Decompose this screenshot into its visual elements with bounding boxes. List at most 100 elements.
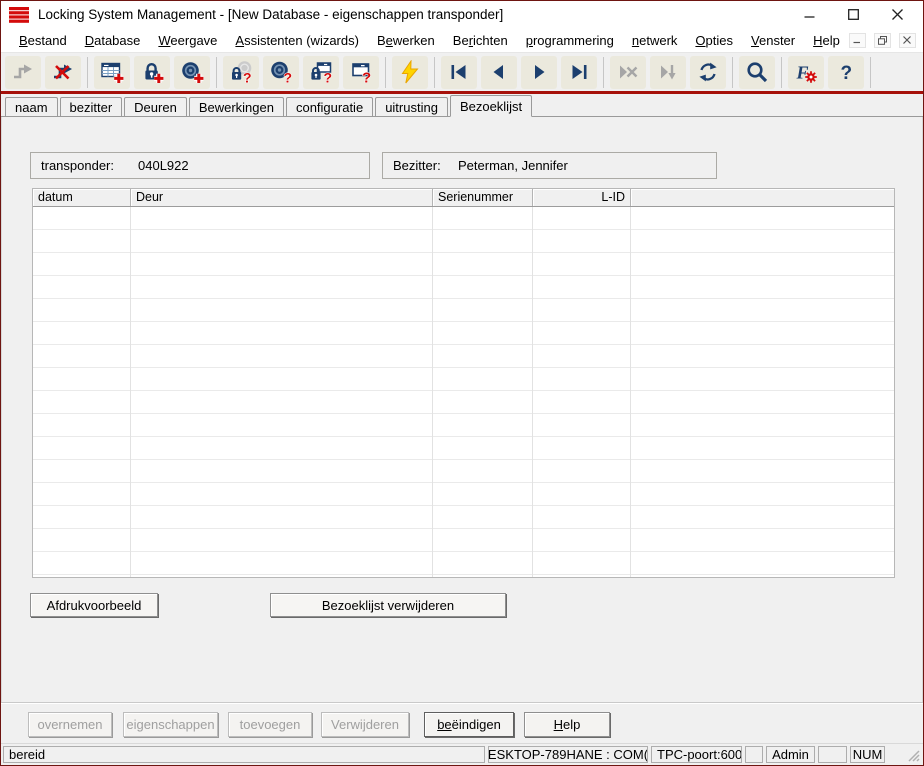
tab-naam[interactable]: naam: [5, 97, 58, 116]
last-record-icon: [572, 65, 587, 79]
filter-gear-icon: F: [796, 63, 817, 83]
column-header-deur[interactable]: Deur: [131, 189, 433, 206]
bezoeklijst-page: transponder: 040L922 Bezitter: Peterman,…: [1, 117, 923, 702]
apply-button: overnemen: [28, 712, 112, 737]
first-record-button[interactable]: [441, 55, 477, 89]
tab-bezoeklijst[interactable]: Bezoeklijst: [449, 95, 533, 117]
help-dialog-button[interactable]: Help: [524, 712, 610, 737]
help-button[interactable]: ?: [828, 55, 864, 89]
program-button[interactable]: [392, 55, 428, 89]
lightning-icon: [401, 60, 419, 84]
menu-venster[interactable]: Venster: [742, 30, 804, 51]
mdi-close-button[interactable]: [898, 32, 916, 48]
print-preview-button[interactable]: Afdrukvoorbeeld: [30, 593, 158, 617]
close-button[interactable]: [875, 3, 919, 27]
cancel-programming-button[interactable]: [610, 55, 646, 89]
toolbar-separator: [781, 56, 782, 88]
svg-text:?: ?: [324, 70, 333, 85]
minimize-button[interactable]: [787, 3, 831, 27]
refresh-button[interactable]: [690, 55, 726, 89]
maximize-button[interactable]: [831, 3, 875, 27]
visit-list-table: datum Deur Serienummer L-ID: [32, 188, 895, 578]
finish-button[interactable]: be ëindigen: [424, 712, 514, 737]
menu-weergave[interactable]: Weergave: [149, 30, 226, 51]
new-locking-system-icon: [101, 62, 124, 83]
read-lock-button[interactable]: ?: [223, 55, 259, 89]
logout-arrow-icon: [54, 64, 72, 80]
close-icon: [891, 9, 903, 20]
toolbar: ? ? ? ? F ?: [1, 52, 923, 91]
window-title: Locking System Management - [New Databas…: [38, 7, 504, 22]
mdi-close-icon: [903, 36, 912, 44]
status-tcp-port: TPC-poort:6001: [651, 746, 742, 763]
toolbar-separator: [87, 56, 88, 88]
first-record-icon: [451, 65, 466, 79]
search-button[interactable]: [739, 55, 775, 89]
new-locking-system-button[interactable]: [94, 55, 130, 89]
filter-settings-button[interactable]: F: [788, 55, 824, 89]
next-record-button[interactable]: [521, 55, 557, 89]
new-lock-button[interactable]: [134, 55, 170, 89]
menu-assistenten[interactable]: Assistenten (wizards): [226, 30, 368, 51]
read-transponder-icon: ?: [271, 61, 293, 84]
jump-to-end-button[interactable]: [650, 55, 686, 89]
svg-text:?: ?: [841, 63, 853, 84]
resize-grip[interactable]: [905, 747, 921, 763]
menu-help[interactable]: Help: [804, 30, 849, 51]
read-via-network-button[interactable]: ?: [343, 55, 379, 89]
menu-berichten[interactable]: Berichten: [444, 30, 517, 51]
toolbar-separator: [732, 56, 733, 88]
column-header-datum[interactable]: datum: [33, 189, 131, 206]
menu-bewerken[interactable]: Bewerken: [368, 30, 444, 51]
status-user: Admin: [766, 746, 815, 763]
refresh-icon: [699, 62, 717, 82]
menu-netwerk[interactable]: netwerk: [623, 30, 687, 51]
visit-list-header: datum Deur Serienummer L-ID: [33, 189, 894, 207]
status-empty-cell: [818, 746, 847, 763]
menu-bestand[interactable]: Bestand: [10, 30, 76, 51]
column-divider: [532, 207, 533, 577]
app-logo-icon: [9, 6, 29, 23]
owner-label: Bezitter:: [393, 158, 441, 173]
status-numlock: NUM: [850, 746, 885, 763]
transponder-field: transponder: 040L922: [30, 152, 370, 179]
login-button[interactable]: [5, 55, 41, 89]
new-transponder-button[interactable]: [174, 55, 210, 89]
read-transponder-button[interactable]: ?: [263, 55, 299, 89]
transponder-label: transponder:: [41, 158, 114, 173]
last-record-button[interactable]: [561, 55, 597, 89]
help-icon: ?: [841, 63, 853, 84]
menu-database[interactable]: Database: [76, 30, 150, 51]
bottom-button-bar: overnemen eigenschappen toevoegen Verwij…: [1, 702, 923, 743]
read-lock-via-network-button[interactable]: ?: [303, 55, 339, 89]
jump-down-icon: [661, 65, 676, 80]
properties-button: eigenschappen: [123, 712, 218, 737]
mdi-restore-button[interactable]: [873, 32, 891, 48]
mdi-restore-icon: [877, 35, 887, 45]
menu-opties[interactable]: Opties: [686, 30, 742, 51]
menu-programmering[interactable]: programmering: [517, 30, 623, 51]
add-button: toevoegen: [228, 712, 312, 737]
app-window: Locking System Management - [New Databas…: [0, 0, 924, 766]
mdi-minimize-button[interactable]: [848, 32, 866, 48]
svg-text:?: ?: [362, 70, 371, 85]
login-arrow-icon: [14, 64, 32, 79]
logout-button[interactable]: [45, 55, 81, 89]
tab-deuren[interactable]: Deuren: [124, 97, 187, 116]
tab-configuratie[interactable]: configuratie: [285, 97, 374, 116]
column-header-serienummer[interactable]: Serienummer: [433, 189, 533, 206]
tab-bezitter[interactable]: bezitter: [59, 97, 123, 116]
toolbar-separator: [385, 56, 386, 88]
tab-bewerkingen[interactable]: Bewerkingen: [188, 97, 284, 116]
network-window-icon: ?: [352, 63, 372, 85]
toolbar-separator: [216, 56, 217, 88]
delete-visit-list-button[interactable]: Bezoeklijst verwijderen: [270, 593, 506, 617]
new-transponder-icon: [182, 62, 204, 83]
previous-record-button[interactable]: [481, 55, 517, 89]
search-icon: [747, 62, 768, 83]
owner-value: Peterman, Jennifer: [458, 158, 568, 173]
title-bar: Locking System Management - [New Databas…: [1, 1, 923, 28]
status-bar: bereid DESKTOP-789HANE : COM(*) TPC-poor…: [1, 743, 923, 765]
column-header-lid[interactable]: L-ID: [533, 189, 631, 206]
tab-uitrusting[interactable]: uitrusting: [375, 97, 448, 116]
